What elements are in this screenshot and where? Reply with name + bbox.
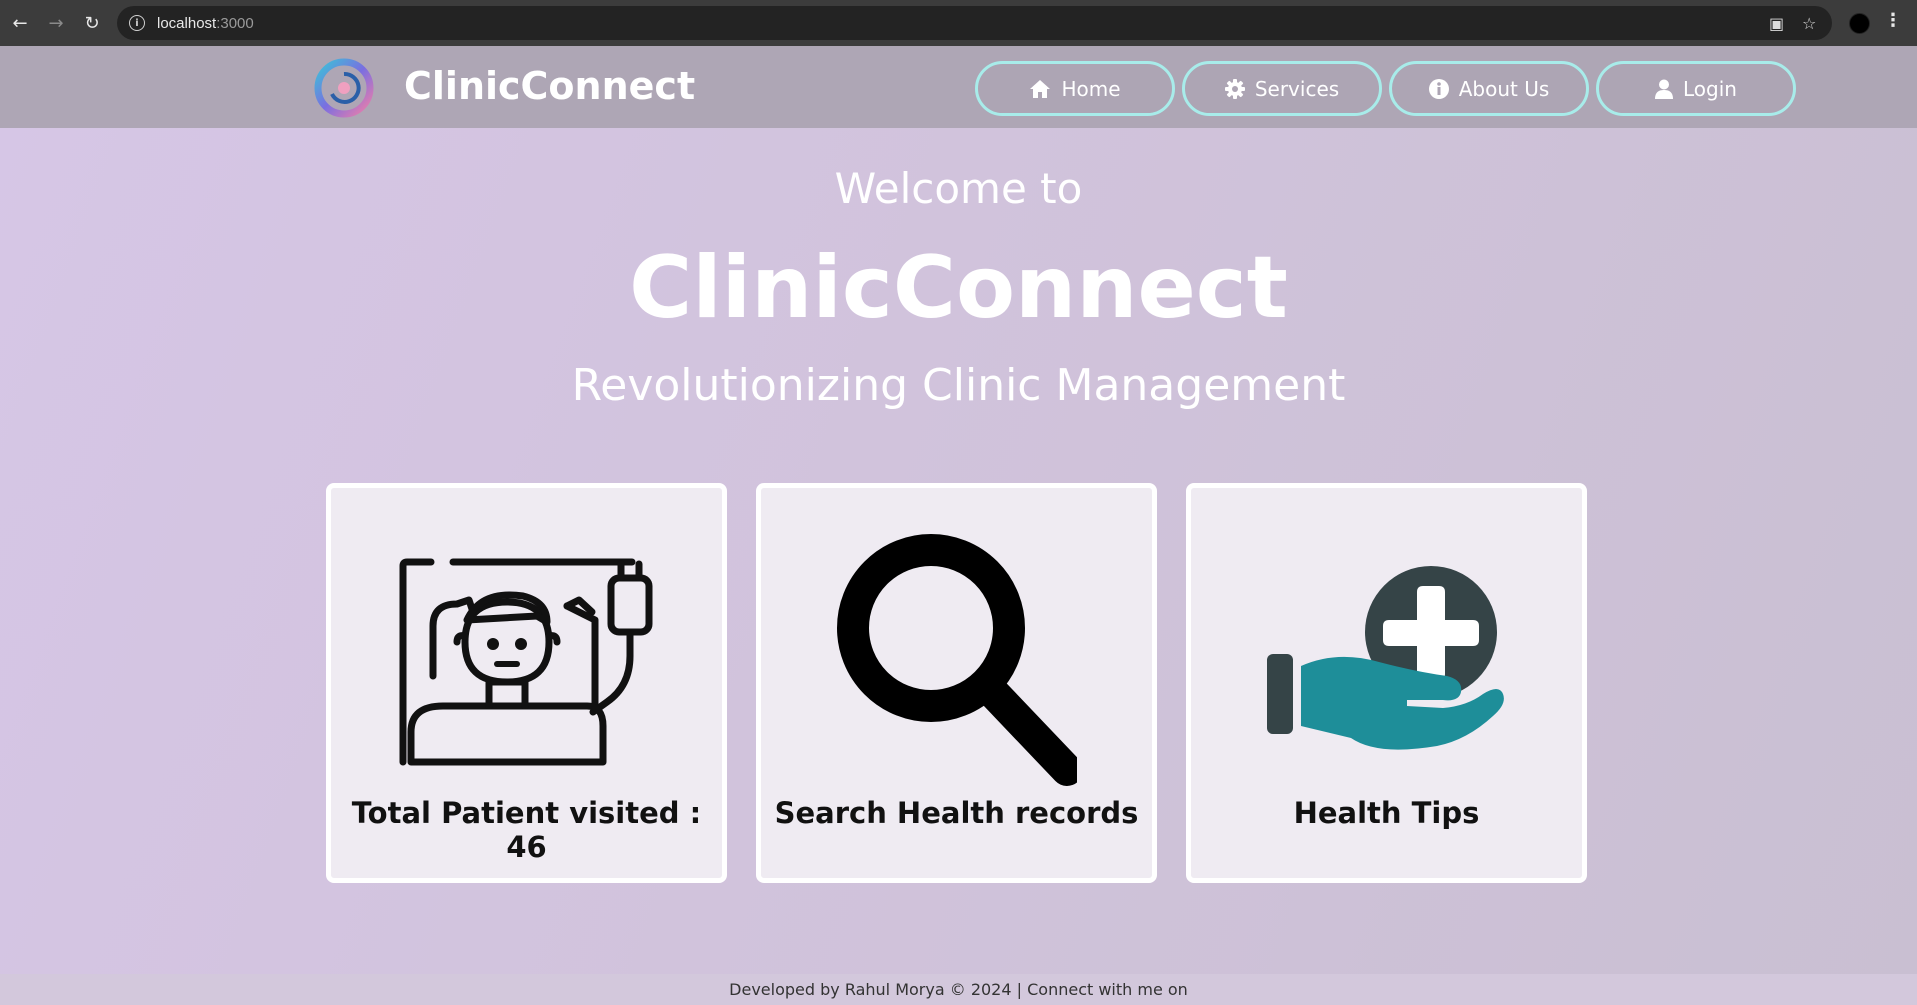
brand-name[interactable]: ClinicConnect — [404, 64, 695, 108]
site-info-icon[interactable]: i — [129, 15, 145, 31]
gear-icon — [1224, 78, 1245, 99]
health-hand-icon — [1266, 566, 1504, 750]
home-icon — [1030, 79, 1051, 98]
nav-home-label: Home — [1061, 76, 1121, 101]
nav-services-label: Services — [1254, 76, 1340, 101]
card-search-records-label: Search Health records — [774, 796, 1139, 830]
nav-about-label: About Us — [1458, 76, 1550, 101]
nav-login-label: Login — [1683, 76, 1737, 101]
page: ClinicConnect Home Services About Us Log… — [0, 46, 1917, 1005]
card-total-patients-label: Total Patient visited : 46 — [351, 796, 702, 864]
nav-home-button[interactable]: Home — [975, 61, 1175, 116]
patient-bed-icon — [399, 558, 652, 766]
menu-kebab-icon[interactable]: ⋮ — [1884, 10, 1902, 31]
nav-services-button[interactable]: Services — [1182, 61, 1382, 116]
card-health-tips-label: Health Tips — [1293, 796, 1480, 830]
back-arrow-icon[interactable]: ← — [2, 0, 38, 46]
reload-icon[interactable]: ↻ — [74, 0, 110, 46]
install-app-icon[interactable]: ▣ — [1769, 14, 1784, 33]
card-search-records[interactable]: Search Health records — [756, 483, 1157, 883]
card-total-patients[interactable]: Total Patient visited : 46 — [326, 483, 727, 883]
info-icon — [1428, 78, 1449, 99]
search-icon — [836, 534, 1077, 786]
url-host: localhost — [157, 14, 217, 32]
hero-welcome: Welcome to — [834, 164, 1083, 213]
nav-login-button[interactable]: Login — [1596, 61, 1796, 116]
card-health-tips[interactable]: Health Tips — [1186, 483, 1587, 883]
hero-subtitle: Revolutionizing Clinic Management — [571, 360, 1346, 411]
navbar: ClinicConnect Home Services About Us Log… — [0, 46, 1917, 128]
footer: Developed by Rahul Morya © 2024 | Connec… — [0, 974, 1917, 1005]
user-icon — [1655, 79, 1674, 99]
profile-avatar[interactable] — [1849, 13, 1870, 34]
hero-title: ClinicConnect — [629, 238, 1288, 338]
nav-about-button[interactable]: About Us — [1389, 61, 1589, 116]
logo-icon — [314, 58, 374, 118]
address-bar[interactable]: i localhost:3000 ▣ ☆ — [117, 6, 1832, 40]
url-port: :3000 — [216, 14, 254, 32]
browser-toolbar: ← → ↻ i localhost:3000 ▣ ☆ ⋮ — [0, 0, 1917, 46]
footer-text: Developed by Rahul Morya © 2024 | Connec… — [729, 980, 1188, 999]
forward-arrow-icon[interactable]: → — [38, 0, 74, 46]
bookmark-star-icon[interactable]: ☆ — [1802, 14, 1816, 33]
